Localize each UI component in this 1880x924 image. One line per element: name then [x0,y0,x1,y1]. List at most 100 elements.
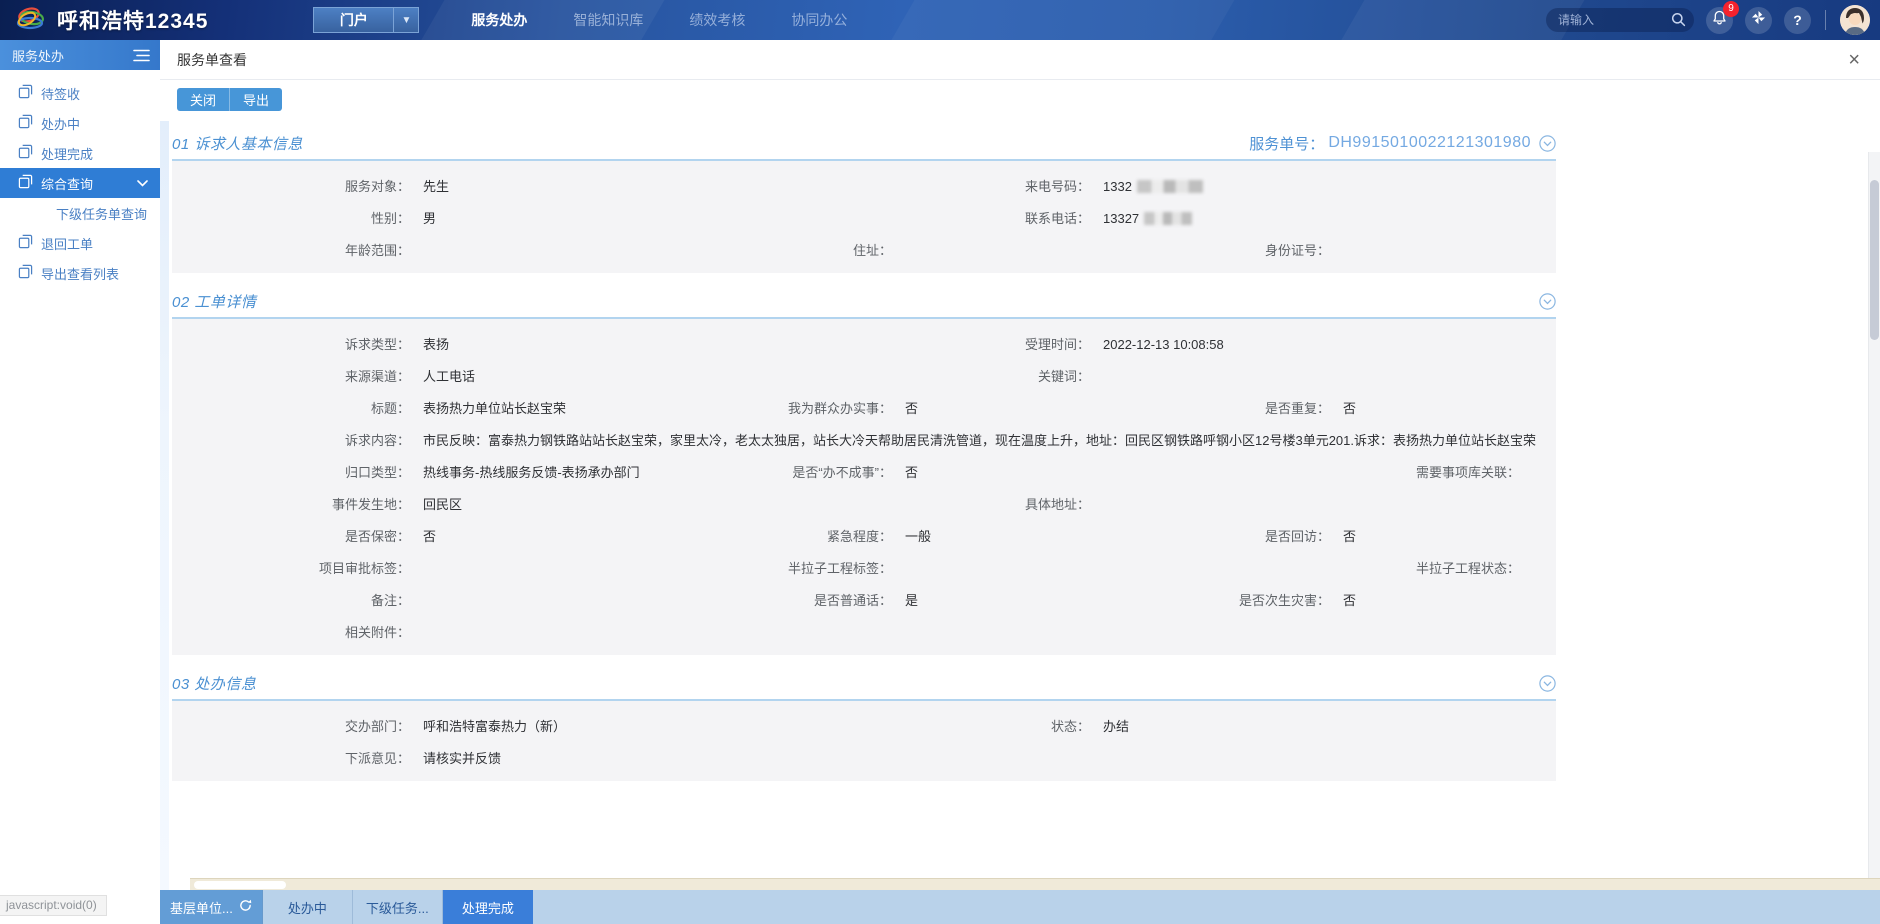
field-service-target-value: 先生 [423,176,449,195]
field-attachment: 相关附件： [172,622,1556,641]
close-button[interactable]: 关闭 [177,88,229,111]
toolbar-button-group: 关闭 导出 [177,88,282,111]
menu-item-performance[interactable]: 绩效考核 [689,10,745,30]
field-banlazi-tag: 半拉子工程标签： [652,558,1082,577]
field-title: 标题： 表扬热力单位站长赵宝荣 [172,398,652,417]
horizontal-scrollbar[interactable] [190,878,1880,890]
field-is-repeat-label: 是否重复： [1082,398,1330,417]
collapse-menu-icon[interactable] [133,49,150,62]
field-is-mandarin: 是否普通话： 是 [652,590,1082,609]
tab-label: 处理完成 [462,898,514,917]
tab-process-completed[interactable]: 处理完成 [443,890,533,924]
service-order-panel: 服务单查看 × 关闭 导出 01 诉求人基本信息 服务单号： DH9 [160,40,1880,924]
sidebar-item-pending-sign[interactable]: 待签收 [0,78,160,108]
sidebar-item-label: 处办中 [41,114,80,133]
field-is-repeat: 是否重复： 否 [1082,398,1556,417]
apps-button[interactable] [1745,7,1772,34]
field-source-channel-label: 来源渠道： [172,366,410,385]
field-cannot-do-label: 是否“办不成事”： [652,462,892,481]
navbar-divider [1825,10,1826,30]
horizontal-scrollbar-thumb[interactable] [194,881,286,889]
field-urgency-label: 紧急程度： [652,526,892,545]
field-banlazi-state: 半拉子工程状态： [1082,558,1556,577]
field-status: 状态： 办结 [852,716,1556,735]
doc-copy-icon [18,264,33,282]
sidebar-item-label: 退回工单 [41,234,93,253]
field-for-people: 我为群众办实事： 否 [652,398,1082,417]
navbar-right-cluster: 9 ? [1546,5,1880,35]
tab-grassroots-unit[interactable]: 基层单位... [160,890,263,924]
field-is-mandarin-label: 是否普通话： [652,590,892,609]
user-avatar[interactable] [1840,5,1870,35]
brand: 呼和浩特12345 [0,5,208,36]
field-approve-tag-label: 项目审批标签： [172,558,410,577]
sidebar-item-comprehensive-query[interactable]: 综合查询 [0,168,160,198]
section-collapse-icon[interactable] [1539,293,1556,310]
form-row: 交办部门： 呼和浩特富泰热力（新） 状态： 办结 [172,709,1556,741]
field-caller-number-value: 1332 [1103,179,1203,194]
field-appeal-content-value: 市民反映：富泰热力钢铁路站站长赵宝荣，家里太冷，老太太独居，站长大冷天帮助居民清… [423,430,1536,449]
field-secondary-disaster: 是否次生灾害： 否 [1082,590,1556,609]
vertical-scrollbar-thumb[interactable] [1870,180,1879,340]
form-row: 来源渠道： 人工电话 关键词： [172,359,1556,391]
field-attachment-label: 相关附件： [172,622,410,641]
portal-dropdown-caret-icon[interactable]: ▼ [393,7,419,33]
vertical-scrollbar[interactable] [1868,152,1880,878]
section-collapse-icon[interactable] [1539,135,1556,152]
field-item-lib-link: 需要事项库关联： [1082,462,1556,481]
field-accept-time-label: 受理时间： [852,334,1090,353]
field-appeal-content-label: 诉求内容： [172,430,410,449]
section-body-order-detail: 诉求类型： 表扬 受理时间： 2022-12-13 10:08:58 来源渠道： [172,319,1556,655]
tab-processing[interactable]: 处办中 [263,890,353,924]
search-icon[interactable] [1671,12,1686,32]
sidebar-item-processing[interactable]: 处办中 [0,108,160,138]
menu-item-collaboration[interactable]: 协同办公 [791,10,847,30]
global-search [1546,8,1694,32]
pinwheel-icon [1751,10,1766,30]
tab-subordinate-task[interactable]: 下级任务... [353,890,443,924]
close-icon[interactable]: × [1848,50,1860,70]
refresh-icon[interactable] [239,899,252,915]
field-urgency-value: 一般 [905,526,931,545]
form-row: 下派意见： 请核实并反馈 [172,741,1556,773]
field-banlazi-state-label: 半拉子工程状态： [1082,558,1520,577]
section-collapse-icon[interactable] [1539,675,1556,692]
panel-content: 01 诉求人基本信息 服务单号： DH9915010022121301980 服… [160,115,1880,890]
field-item-lib-link-label: 需要事项库关联： [1082,462,1520,481]
field-appeal-type-label: 诉求类型： [172,334,410,353]
notifications-button[interactable]: 9 [1706,7,1733,34]
field-gender-label: 性别： [172,208,410,227]
help-button[interactable]: ? [1784,7,1811,34]
sidebar-item-subordinate-task-query[interactable]: 下级任务单查询 [0,198,160,228]
field-caller-number-label: 来电号码： [852,176,1090,195]
field-gender: 性别： 男 [172,208,852,227]
field-cannot-do-value: 否 [905,462,918,481]
sidebar-item-completed[interactable]: 处理完成 [0,138,160,168]
field-contact-phone-label: 联系电话： [852,208,1090,227]
field-secondary-disaster-value: 否 [1343,590,1356,609]
field-is-mandarin-value: 是 [905,590,918,609]
field-caller-number: 来电号码： 1332 [852,176,1556,195]
section-header-basic-info: 01 诉求人基本信息 服务单号： DH9915010022121301980 [172,127,1556,161]
field-source-channel: 来源渠道： 人工电话 [172,366,852,385]
section-header-processing-info: 03 处办信息 [172,667,1556,701]
sidebar-item-export-list[interactable]: 导出查看列表 [0,258,160,288]
form-row: 备注： 是否普通话： 是 是否次生灾害： 否 [172,583,1556,615]
sidebar-title: 服务处办 [12,46,64,65]
panel-titlebar: 服务单查看 × [160,40,1880,80]
export-button[interactable]: 导出 [229,88,282,111]
section-title: 01 诉求人基本信息 [172,133,303,154]
field-keyword-label: 关键词： [852,366,1090,385]
sidebar: 服务处办 待签收 处办中 处理完成 综合查询 [0,40,160,924]
field-is-secret-value: 否 [423,526,436,545]
portal-button[interactable]: 门户 [313,7,393,33]
chevron-down-icon [137,180,148,187]
form-row: 事件发生地： 回民区 具体地址： [172,487,1556,519]
menu-item-knowledge[interactable]: 智能知识库 [573,10,643,30]
bottom-tabbar: 基层单位... 处办中 下级任务... 处理完成 [160,890,1880,924]
sidebar-item-returned-orders[interactable]: 退回工单 [0,228,160,258]
service-no-label: 服务单号： [1249,133,1324,154]
field-detail-address-label: 具体地址： [852,494,1090,513]
menu-item-service[interactable]: 服务处办 [471,10,527,30]
form-row: 性别： 男 联系电话： 13327 [172,201,1556,233]
